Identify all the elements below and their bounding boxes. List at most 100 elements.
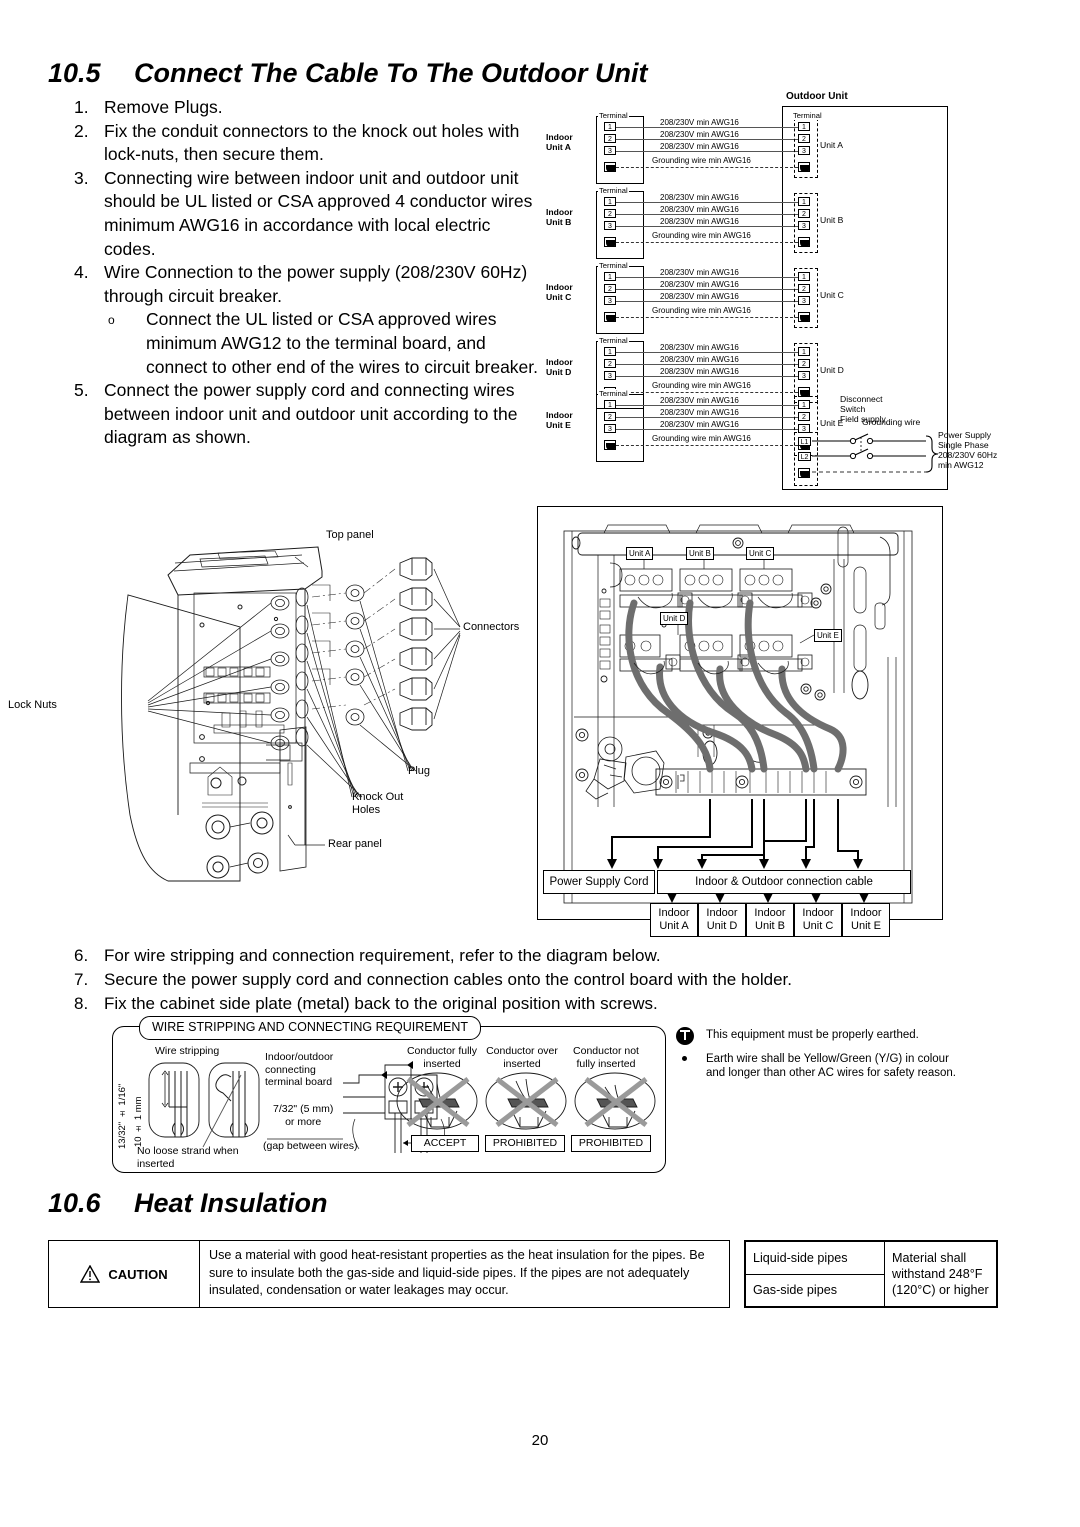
ground-spec: Grounding wire min AWG16 [650, 156, 753, 165]
terminal-number: 1 [798, 122, 810, 131]
list-item: 8. Fix the cabinet side plate (metal) ba… [74, 992, 1034, 1016]
wire-spec: 208/230V min AWG16 [658, 193, 741, 202]
terminal-number: 1 [604, 197, 616, 206]
section-heading-10-5: 10.5 Connect The Cable To The Outdoor Uni… [48, 58, 647, 89]
power-supply-cord-box: Power Supply Cord [543, 870, 655, 894]
wire-spec: 208/230V min AWG16 [658, 118, 741, 127]
section-title-10-6: Heat Insulation [134, 1188, 328, 1218]
case-caption-not-fully-inserted: Conductor not fully inserted [573, 1045, 639, 1070]
wire-stripping-label: Wire stripping [155, 1045, 220, 1057]
terminal-label: Terminal [598, 389, 629, 398]
terminal-number: 2 [604, 134, 616, 143]
dimension-imperial: 13/32" ± 1/16" [117, 1083, 128, 1149]
indoor-unit-box: Indoor Unit E [842, 903, 890, 937]
section-number-10-5: 10.5 [48, 58, 101, 88]
ground-terminal-icon [798, 237, 810, 247]
sub-list-marker: o [108, 313, 115, 328]
power-supply-schematic [812, 433, 939, 473]
unit-tag-e: Unit E [814, 629, 842, 642]
ground-terminal-icon [604, 237, 616, 247]
terminal-number: 1 [798, 272, 810, 281]
outdoor-unit-label: Outdoor Unit [786, 91, 848, 102]
outdoor-unit-exploded-illustration: Top panel Connectors Lock Nuts Plug Knoc… [8, 515, 530, 885]
stamp-accept: ACCEPT [411, 1135, 479, 1152]
outdoor-unit-tag-b: Unit B [820, 215, 844, 225]
list-item: 3. Connecting wire between indoor unit a… [74, 167, 544, 261]
outdoor-unit-tag-c: Unit C [820, 290, 844, 300]
wire-spec: 208/230V min AWG16 [658, 420, 741, 429]
connection-cable-box: Indoor & Outdoor connection cable [657, 870, 911, 894]
wire-stripping-title: WIRE STRIPPING AND CONNECTING REQUIREMEN… [139, 1016, 481, 1040]
exploded-view-drawing [121, 546, 461, 882]
ground-spec: Grounding wire min AWG16 [650, 381, 753, 390]
terminal-label: Terminal [598, 336, 629, 345]
indoor-unit-d-label: Indoor Unit D [546, 357, 573, 377]
conductor-case-drawings [396, 1072, 656, 1130]
terminal-label: Terminal [598, 261, 629, 270]
earth-ground-icon [676, 1027, 694, 1045]
list-text: Connecting wire between indoor unit and … [104, 167, 533, 259]
callout-top-panel: Top panel [326, 529, 374, 541]
wire-spec: 208/230V min AWG16 [658, 268, 741, 277]
wire-spec: 208/230V min AWG16 [658, 280, 741, 289]
indoor-unit-box: Indoor Unit A [650, 903, 698, 937]
earth-wire-note: Earth wire shall be Yellow/Green (Y/G) i… [676, 1052, 1026, 1081]
dimension-metric: 10 ± 1 mm [133, 1096, 144, 1147]
wire-spec: 208/230V min AWG16 [658, 367, 741, 376]
section-number-10-6: 10.6 [48, 1188, 101, 1218]
list-marker: 6. [74, 946, 89, 965]
section-heading-10-6: 10.6 Heat Insulation [48, 1188, 328, 1219]
terminal-number: 3 [798, 221, 810, 230]
power-supply-spec: Power Supply Single Phase 208/230V 60Hz … [938, 430, 998, 470]
warning-triangle-icon [80, 1265, 101, 1283]
terminal-number: 2 [798, 359, 810, 368]
list-item: 7. Secure the power supply cord and conn… [74, 968, 1034, 992]
list-item: 4. Wire Connection to the power supply (… [74, 261, 544, 308]
ground-spec: Grounding wire min AWG16 [650, 306, 753, 315]
indoor-unit-a-label: Indoor Unit A [546, 132, 573, 152]
unit-tag-a: Unit A [626, 547, 654, 560]
page-number: 20 [531, 1432, 549, 1449]
terminal-board-label: Indoor/outdoor connecting terminal board [265, 1051, 334, 1088]
gap-leader-line [267, 1138, 343, 1140]
earth-wire-text-2: and longer than other AC wires for safet… [706, 1067, 956, 1079]
instruction-list-2: 6. For wire stripping and connection req… [74, 944, 1034, 1016]
terminal-label: Terminal [792, 111, 823, 120]
list-text: Remove Plugs. [104, 97, 223, 117]
liquid-side-pipes-cell: Liquid-side pipes [745, 1241, 885, 1275]
list-marker: 8. [74, 994, 89, 1013]
material-requirement-cell: Material shall withstand 248°F (120°C) o… [884, 1241, 997, 1307]
outdoor-unit-tag-d: Unit D [820, 365, 844, 375]
terminal-number: 2 [798, 412, 810, 421]
earth-wire-text-1: Earth wire shall be Yellow/Green (Y/G) i… [706, 1052, 949, 1065]
indoor-unit-c-label: Indoor Unit C [546, 282, 573, 302]
terminal-number: 1 [798, 347, 810, 356]
terminal-number: 1 [798, 400, 810, 409]
wire-spec: 208/230V min AWG16 [658, 217, 741, 226]
list-text: Fix the conduit connectors to the knock … [104, 120, 520, 165]
terminal-number: 2 [798, 209, 810, 218]
terminal-number: 2 [604, 359, 616, 368]
ground-terminal-icon [798, 312, 810, 322]
manual-page: 10.5 Connect The Cable To The Outdoor Uni… [0, 0, 1080, 1527]
ground-terminal-icon [604, 162, 616, 172]
bullet-icon [682, 1055, 687, 1061]
terminal-number: 1 [604, 122, 616, 131]
wire-spec: 208/230V min AWG16 [658, 130, 741, 139]
list-item: 6. For wire stripping and connection req… [74, 944, 1034, 968]
wire-spec: 208/230V min AWG16 [658, 205, 741, 214]
unit-tag-b: Unit B [686, 547, 714, 560]
list-item: 2. Fix the conduit connectors to the kno… [74, 120, 544, 167]
caution-box: CAUTION Use a material with good heat-re… [48, 1240, 730, 1308]
unit-tag-c: Unit C [746, 547, 775, 560]
indoor-unit-b-label: Indoor Unit B [546, 207, 573, 227]
callout-connectors: Connectors [463, 621, 520, 633]
terminal-label: Terminal [598, 111, 629, 120]
ground-spec: Grounding wire min AWG16 [650, 434, 753, 443]
indoor-unit-box: Indoor Unit D [698, 903, 746, 937]
callout-knock-out-holes: Knock Out Holes [352, 791, 404, 816]
earthing-notes: This equipment must be properly earthed.… [676, 1027, 1026, 1090]
list-marker: 1. [74, 97, 89, 117]
wire-spec: 208/230V min AWG16 [658, 408, 741, 417]
terminal-number: 2 [798, 284, 810, 293]
